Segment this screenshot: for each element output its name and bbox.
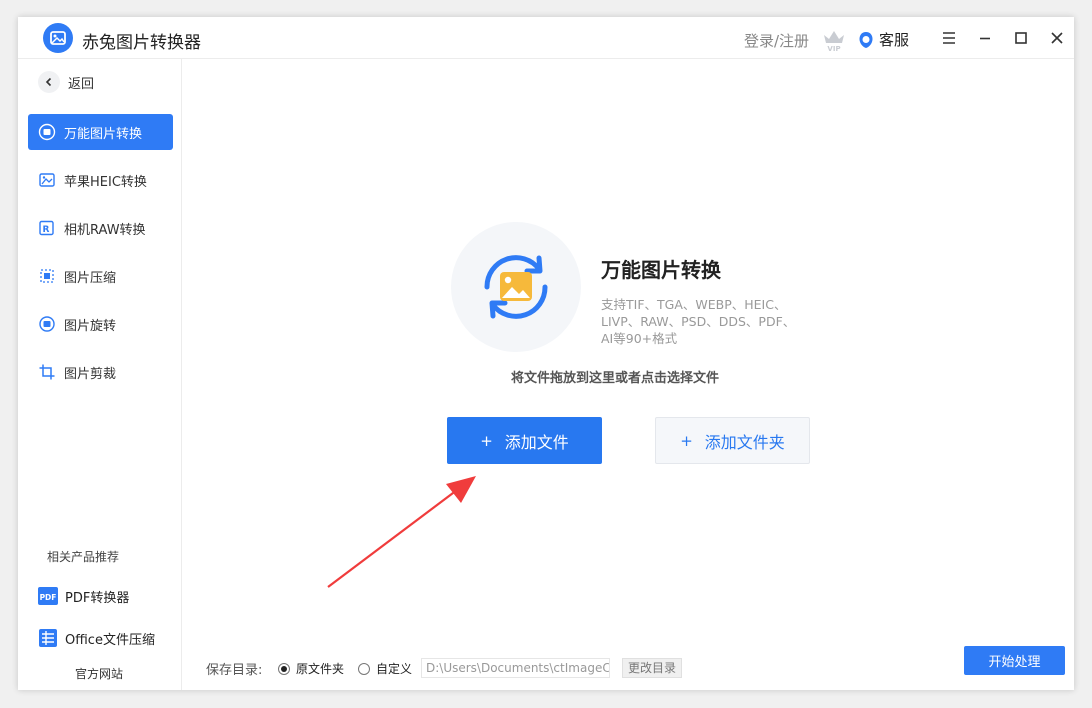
sidebar-item-heic[interactable]: 苹果HEIC转换 [28, 162, 173, 198]
radio-selected-icon [278, 662, 290, 675]
related-pdf-converter[interactable]: PDF PDF转换器 [38, 586, 129, 606]
change-directory-button[interactable]: 更改目录 [622, 658, 683, 678]
plus-icon: + [480, 431, 493, 450]
rotate-icon [37, 314, 57, 334]
app-logo-icon [43, 23, 73, 53]
sidebar-item-label: 图片旋转 [64, 318, 117, 334]
save-directory-label: 保存目录: [206, 663, 263, 678]
radio-label: 原文件夹 [296, 662, 345, 676]
red-arrow-annotation [327, 476, 476, 588]
sidebar-item-raw[interactable]: R 相机RAW转换 [28, 210, 173, 246]
sidebar-item-universal-convert[interactable]: 万能图片转换 [28, 114, 173, 150]
convert-icon [37, 122, 57, 142]
add-file-label: 添加文件 [504, 432, 569, 452]
svg-text:VIP: VIP [827, 45, 840, 52]
plus-icon: + [680, 431, 693, 450]
chevron-left-icon [38, 71, 60, 93]
app-title: 赤兔图片转换器 [82, 33, 201, 53]
login-register-link[interactable]: 登录/注册 [744, 30, 809, 51]
supported-formats-text: 支持TIF、TGA、WEBP、HEIC、LIVP、RAW、PSD、DDS、PDF… [601, 297, 796, 346]
pdf-icon: PDF [38, 587, 58, 605]
office-icon [39, 629, 57, 647]
start-processing-button[interactable]: 开始处理 [964, 646, 1065, 675]
sidebar-item-label: 万能图片转换 [64, 126, 143, 142]
related-item-label: Office文件压缩 [65, 632, 155, 648]
svg-text:R: R [43, 225, 50, 235]
service-icon [859, 31, 873, 48]
radio-custom-folder[interactable]: 自定义 [358, 660, 412, 677]
compress-icon [37, 266, 57, 286]
sidebar-item-label: 图片剪裁 [64, 366, 117, 382]
add-folder-button[interactable]: + 添加文件夹 [655, 417, 810, 464]
related-products-title: 相关产品推荐 [47, 550, 120, 564]
close-icon[interactable] [1048, 29, 1066, 47]
menu-icon[interactable] [940, 29, 958, 47]
app-window: 赤兔图片转换器 登录/注册 VIP 客服 返回 万能图片转换 苹果HEIC转换 … [18, 17, 1074, 690]
raw-icon: R [37, 218, 57, 238]
output-path-field[interactable]: D:\Users\Documents\ctImageCo [421, 658, 610, 678]
customer-service-button[interactable]: 客服 [858, 29, 909, 50]
radio-unselected-icon [358, 662, 370, 675]
title-bar: 赤兔图片转换器 登录/注册 VIP 客服 [18, 17, 1074, 59]
sidebar-item-crop[interactable]: 图片剪裁 [28, 354, 173, 390]
image-convert-icon [484, 255, 548, 319]
page-title: 万能图片转换 [601, 258, 721, 282]
sidebar-item-label: 相机RAW转换 [64, 222, 146, 238]
vip-crown-icon[interactable]: VIP [820, 24, 848, 52]
sidebar-item-rotate[interactable]: 图片旋转 [28, 306, 173, 342]
back-label: 返回 [68, 76, 95, 92]
radio-original-folder[interactable]: 原文件夹 [278, 660, 344, 677]
heic-icon [37, 170, 57, 190]
service-label: 客服 [879, 31, 910, 49]
sidebar-item-label: 苹果HEIC转换 [64, 174, 147, 190]
crop-icon [37, 362, 57, 382]
back-button[interactable]: 返回 [38, 71, 94, 93]
drop-hint-text: 将文件拖放到这里或者点击选择文件 [510, 371, 719, 386]
maximize-icon[interactable] [1012, 29, 1030, 47]
add-folder-label: 添加文件夹 [704, 432, 785, 452]
sidebar-item-label: 图片压缩 [64, 270, 117, 286]
official-website-link[interactable]: 官方网站 [75, 665, 123, 682]
related-office-compress[interactable]: Office文件压缩 [38, 628, 155, 648]
svg-text:PDF: PDF [40, 593, 57, 602]
related-item-label: PDF转换器 [65, 590, 130, 606]
add-file-button[interactable]: + 添加文件 [447, 417, 602, 464]
minimize-icon[interactable] [976, 29, 994, 47]
sidebar: 返回 万能图片转换 苹果HEIC转换 R 相机RAW转换 图片压缩 图片旋转 图… [18, 59, 182, 690]
radio-label: 自定义 [376, 662, 413, 676]
sidebar-item-compress[interactable]: 图片压缩 [28, 258, 173, 294]
